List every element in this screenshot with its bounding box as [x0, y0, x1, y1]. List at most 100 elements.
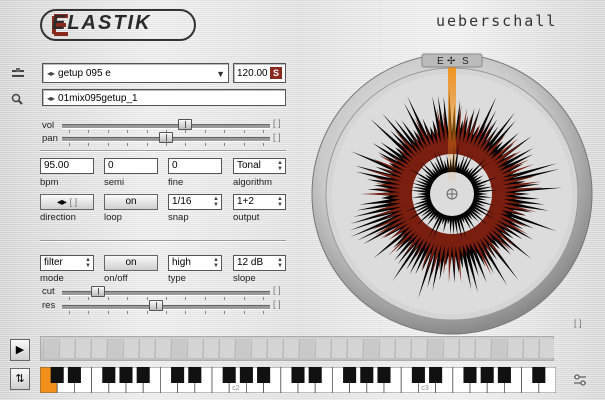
semi-field[interactable]: 0 — [104, 158, 158, 174]
vol-slider[interactable] — [62, 119, 270, 133]
chevron-down-icon[interactable]: ▼ — [216, 64, 225, 84]
play-button[interactable]: ▶ — [10, 339, 30, 361]
black-key[interactable] — [429, 367, 443, 383]
black-key[interactable] — [136, 367, 150, 383]
black-key[interactable] — [50, 367, 64, 383]
black-key[interactable] — [67, 367, 81, 383]
step-cell[interactable] — [443, 339, 458, 358]
filter-slope-select[interactable]: 12 dB ▲ ▼ — [233, 255, 286, 271]
magnifier-icon[interactable] — [10, 92, 26, 106]
black-key[interactable] — [171, 367, 185, 383]
spin-arrows-icon[interactable]: ▲ ▼ — [277, 160, 283, 172]
step-cell[interactable] — [91, 339, 106, 358]
step-cell[interactable] — [395, 339, 410, 358]
cut-slider[interactable] — [62, 286, 270, 300]
black-key[interactable] — [497, 367, 511, 383]
step-cell[interactable] — [187, 339, 202, 358]
play-icon: ▶ — [15, 344, 25, 356]
black-key[interactable] — [102, 367, 116, 383]
step-cell[interactable] — [123, 339, 138, 358]
black-key[interactable] — [532, 367, 546, 383]
step-cell[interactable] — [315, 339, 330, 358]
spin-arrows-icon[interactable]: ▲ ▼ — [213, 257, 219, 269]
black-key[interactable] — [377, 367, 391, 383]
filter-mode-select[interactable]: filter ▲ ▼ — [40, 255, 94, 271]
step-cell[interactable] — [59, 339, 74, 358]
spin-arrows-icon[interactable]: ▲ ▼ — [85, 257, 91, 269]
step-cell[interactable] — [107, 339, 122, 358]
step-cell[interactable] — [299, 339, 314, 358]
black-key[interactable] — [257, 367, 271, 383]
black-key[interactable] — [411, 367, 425, 383]
loop-select[interactable]: ◂▸ getup 095 e ▼ — [42, 63, 229, 83]
step-cell[interactable] — [155, 339, 170, 358]
step-cell[interactable] — [475, 339, 490, 358]
spin-arrows-icon[interactable]: ▲ ▼ — [277, 196, 283, 208]
fine-field[interactable]: 0 — [168, 158, 222, 174]
step-cell[interactable] — [523, 339, 538, 358]
step-cell[interactable] — [43, 339, 58, 358]
black-key[interactable] — [188, 367, 202, 383]
black-key[interactable] — [308, 367, 322, 383]
black-key[interactable] — [360, 367, 374, 383]
swap-button[interactable]: ⇅ — [10, 368, 30, 390]
res-slider-thumb[interactable] — [149, 300, 164, 311]
loop-disk[interactable]: E S ✢ — [308, 50, 596, 338]
step-cell[interactable] — [411, 339, 426, 358]
res-slider[interactable] — [62, 300, 270, 314]
filter-onoff-toggle[interactable]: on — [104, 255, 158, 271]
step-cell[interactable] — [363, 339, 378, 358]
loop-value: on — [125, 196, 137, 207]
step-cell[interactable] — [203, 339, 218, 358]
bpm-field[interactable]: 95.00 — [40, 158, 94, 174]
black-key[interactable] — [119, 367, 133, 383]
black-key[interactable] — [239, 367, 253, 383]
prev-next-arrows-icon[interactable]: ◂▸ — [47, 64, 55, 84]
step-cell[interactable] — [139, 339, 154, 358]
file-select[interactable]: ◂▸ 01mix095getup_1 — [42, 89, 286, 106]
step-cell[interactable] — [75, 339, 90, 358]
step-cell[interactable] — [459, 339, 474, 358]
save-button[interactable]: S — [270, 67, 282, 79]
tempo-field[interactable]: 120.00 S — [233, 63, 286, 83]
black-key[interactable] — [480, 367, 494, 383]
step-cell[interactable] — [251, 339, 266, 358]
pan-slider[interactable] — [62, 132, 270, 146]
step-cell[interactable] — [347, 339, 362, 358]
step-cell[interactable] — [283, 339, 298, 358]
step-cell[interactable] — [331, 339, 346, 358]
step-cell[interactable] — [379, 339, 394, 358]
step-sequencer[interactable] — [40, 336, 554, 361]
filter-onoff-label: on/off — [104, 273, 128, 284]
sliders-icon[interactable] — [10, 66, 26, 80]
step-cell[interactable] — [491, 339, 506, 358]
step-cell[interactable] — [235, 339, 250, 358]
spin-arrows-icon[interactable]: ▲ ▼ — [213, 196, 219, 208]
algorithm-select[interactable]: Tonal ▲ ▼ — [233, 158, 286, 174]
keyboard[interactable]: c2 c3 — [40, 367, 556, 393]
black-key[interactable] — [291, 367, 305, 383]
direction-bracket: [ ] — [69, 197, 78, 207]
black-key[interactable] — [463, 367, 477, 383]
step-cell[interactable] — [427, 339, 442, 358]
step-cell[interactable] — [507, 339, 522, 358]
algorithm-label: algorithm — [233, 177, 273, 188]
filter-mode-label: mode — [40, 273, 64, 284]
settings-icon[interactable] — [572, 374, 588, 386]
cut-slider-thumb[interactable] — [91, 286, 106, 297]
step-cell[interactable] — [267, 339, 282, 358]
black-key[interactable] — [222, 367, 236, 383]
snap-select[interactable]: 1/16 ▲ ▼ — [168, 194, 222, 210]
prev-next-arrows-icon[interactable]: ◂▸ — [47, 90, 55, 107]
step-cell[interactable] — [219, 339, 234, 358]
direction-button[interactable]: ◂▸ [ ] — [40, 194, 94, 210]
filter-type-select[interactable]: high ▲ ▼ — [168, 255, 222, 271]
output-select[interactable]: 1+2 ▲ ▼ — [233, 194, 286, 210]
step-cell[interactable] — [171, 339, 186, 358]
pan-slider-thumb[interactable] — [159, 132, 173, 143]
step-cell[interactable] — [539, 339, 554, 358]
black-key[interactable] — [343, 367, 357, 383]
vol-slider-thumb[interactable] — [178, 119, 193, 130]
loop-toggle[interactable]: on — [104, 194, 158, 210]
spin-arrows-icon[interactable]: ▲ ▼ — [277, 257, 283, 269]
